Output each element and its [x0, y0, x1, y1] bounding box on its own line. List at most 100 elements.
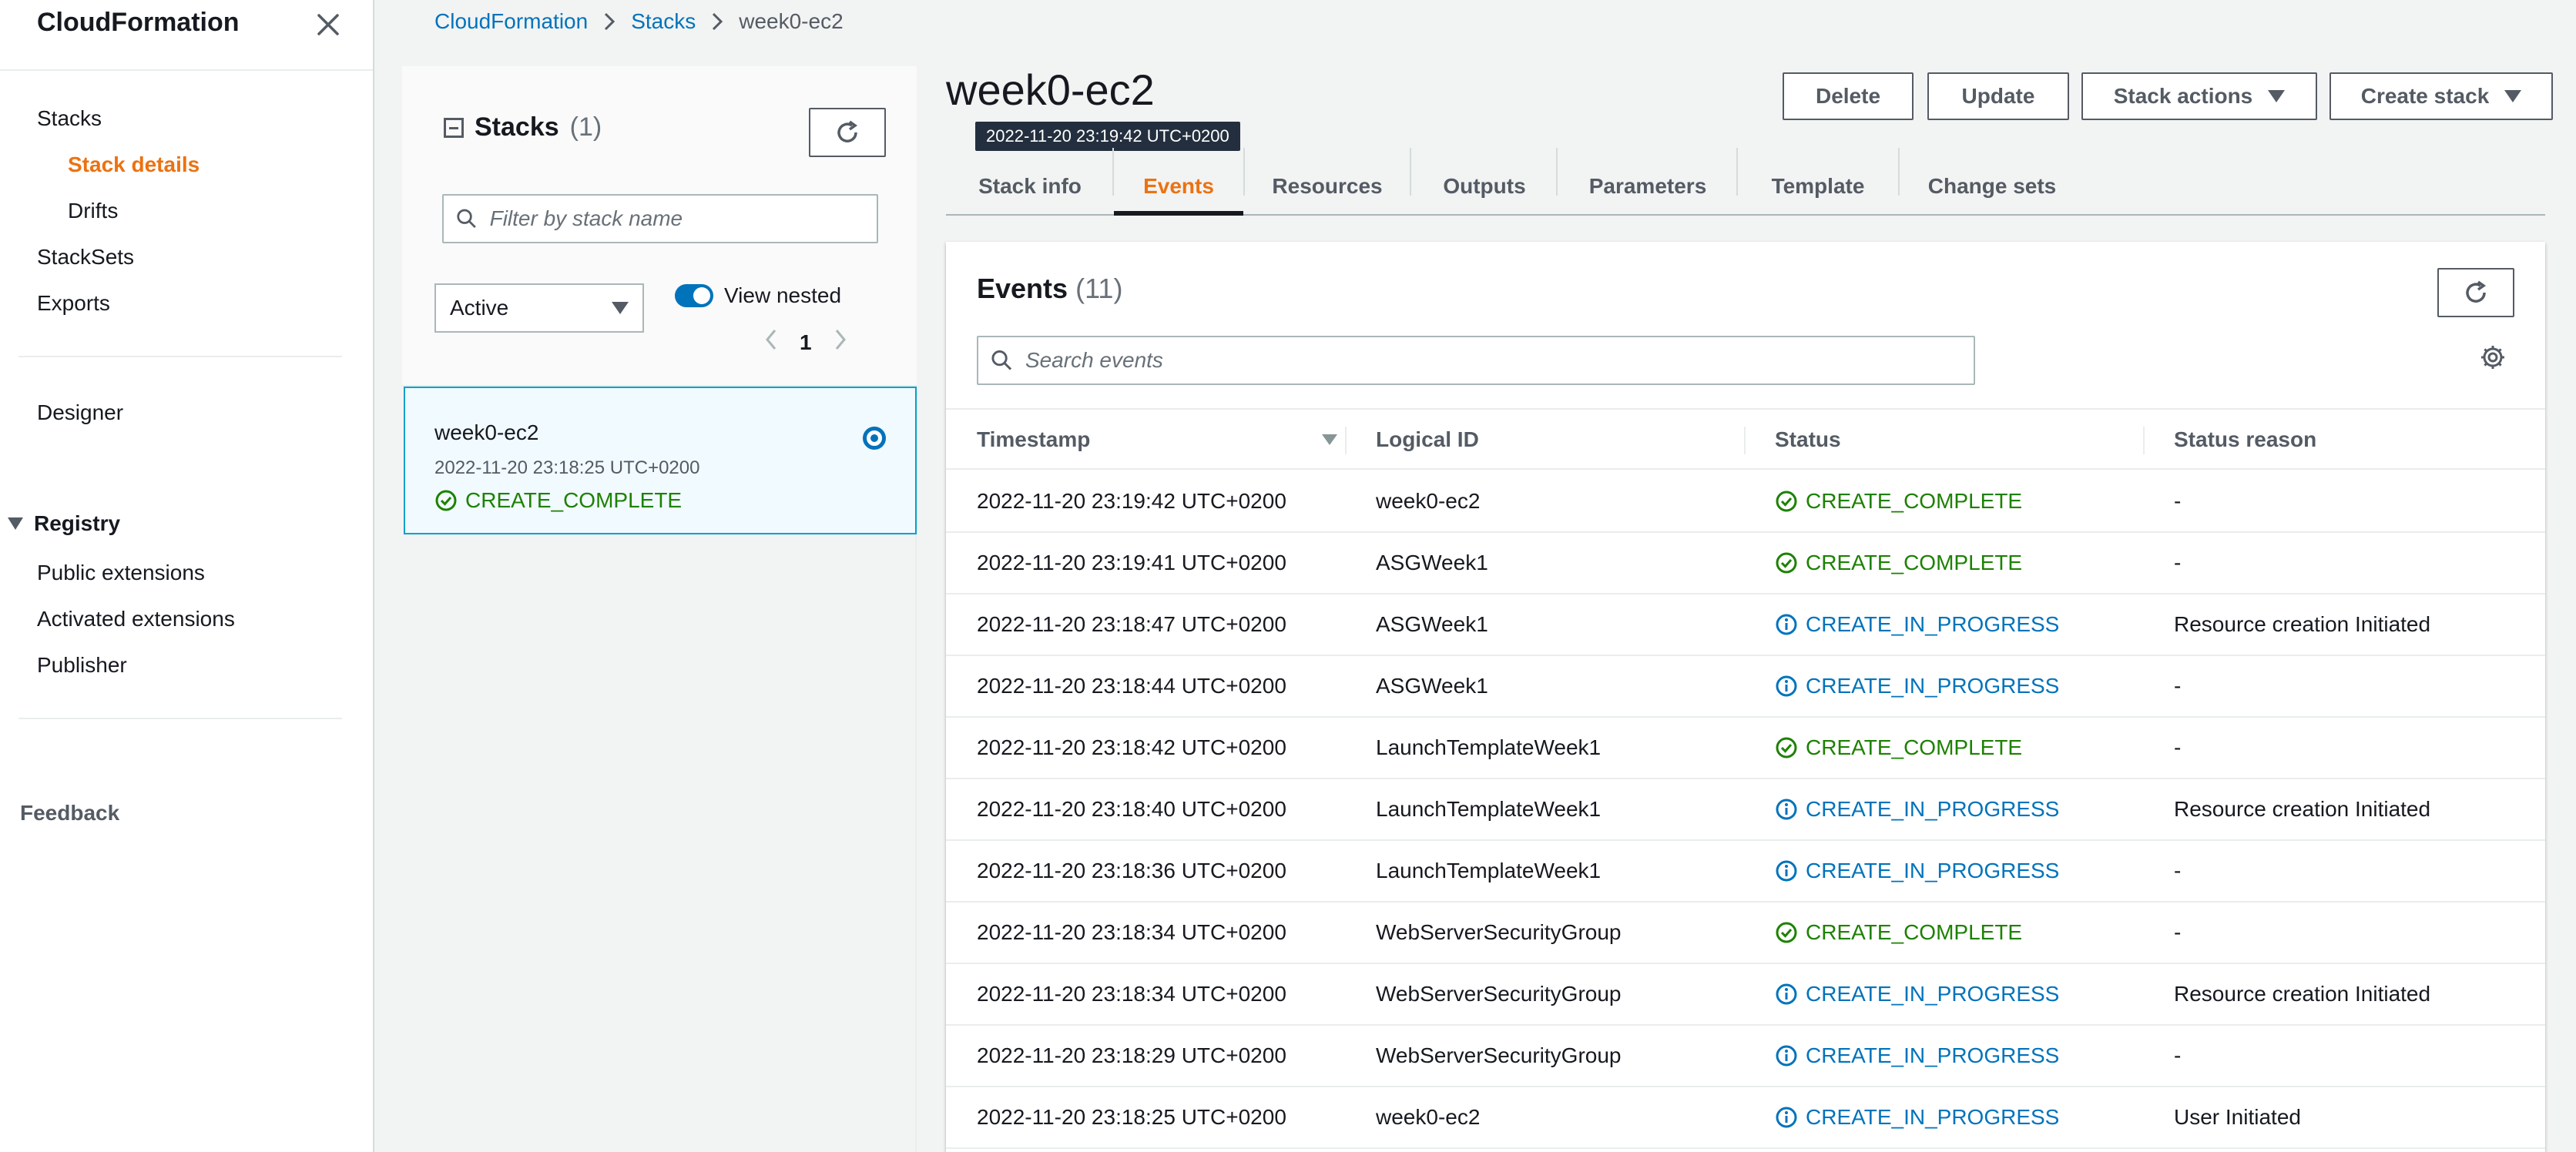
- table-row[interactable]: 2022-11-20 23:18:34 UTC+0200 WebServerSec…: [946, 903, 2545, 964]
- table-row[interactable]: 2022-11-20 23:18:36 UTC+0200 LaunchTempla…: [946, 841, 2545, 903]
- column-header-timestamp[interactable]: Timestamp: [977, 410, 1339, 470]
- status-text[interactable]: CREATE_IN_PROGRESS: [1806, 859, 2059, 883]
- cell-logical-id: ASGWeek1: [1376, 674, 1488, 698]
- pagination: 1: [764, 328, 847, 357]
- breadcrumb-stacks[interactable]: Stacks: [631, 9, 696, 34]
- cell-status: CREATE_IN_PROGRESS: [1775, 1026, 2059, 1086]
- events-heading: Events (11): [977, 273, 1122, 305]
- service-title[interactable]: CloudFormation: [37, 8, 240, 38]
- gear-icon[interactable]: [2479, 343, 2507, 375]
- stack-filter-input[interactable]: [489, 206, 877, 231]
- column-header-logical-id[interactable]: Logical ID: [1376, 410, 1479, 470]
- cell-status-reason: Resource creation Initiated: [2174, 797, 2431, 821]
- tab-outputs[interactable]: Outputs: [1411, 159, 1558, 216]
- sidebar-item-stacks[interactable]: Stacks: [37, 106, 102, 131]
- collapse-icon[interactable]: [444, 117, 464, 138]
- chevron-right-icon[interactable]: [834, 328, 847, 357]
- sidebar-item-activated-extensions[interactable]: Activated extensions: [37, 607, 235, 631]
- cell-status: CREATE_IN_PROGRESS: [1775, 841, 2059, 901]
- view-nested-toggle[interactable]: [675, 284, 713, 307]
- info-icon: [1775, 983, 1798, 1006]
- column-header-status[interactable]: Status: [1775, 410, 1841, 470]
- status-text: CREATE_COMPLETE: [1806, 551, 2023, 574]
- create-stack-label: Create stack: [2360, 84, 2490, 108]
- chevron-right-icon: [711, 12, 723, 32]
- sidebar-item-publisher[interactable]: Publisher: [37, 653, 127, 678]
- status-text[interactable]: CREATE_IN_PROGRESS: [1806, 674, 2059, 698]
- refresh-icon: [2466, 280, 2487, 303]
- tab-resources[interactable]: Resources: [1243, 159, 1411, 216]
- stack-select-radio[interactable]: [863, 427, 886, 450]
- sidebar-item-exports[interactable]: Exports: [37, 291, 110, 316]
- chevron-left-icon[interactable]: [764, 328, 778, 357]
- stacks-panel-header: Stacks (1) Active View nested 1: [402, 66, 917, 387]
- caret-down-icon: [2268, 90, 2286, 102]
- cell-logical-id: WebServerSecurityGroup: [1376, 920, 1622, 944]
- tab-stack-info[interactable]: Stack info: [946, 159, 1114, 216]
- stack-actions-button[interactable]: Stack actions: [2081, 72, 2317, 120]
- search-icon: [457, 209, 476, 229]
- page-number[interactable]: 1: [800, 330, 812, 355]
- table-row[interactable]: 2022-11-20 23:18:44 UTC+0200 ASGWeek1 CREA…: [946, 656, 2545, 718]
- info-icon: [1775, 798, 1798, 821]
- sidebar-section-registry[interactable]: Registry: [8, 511, 120, 536]
- tab-parameters[interactable]: Parameters: [1558, 159, 1738, 216]
- close-icon[interactable]: [308, 5, 348, 45]
- cell-status-reason: -: [2174, 551, 2182, 574]
- cell-status-reason: Resource creation Initiated: [2174, 982, 2431, 1006]
- events-search-input[interactable]: [1025, 348, 1974, 373]
- sidebar-item-stacksets[interactable]: StackSets: [37, 245, 134, 270]
- status-text[interactable]: CREATE_IN_PROGRESS: [1806, 612, 2059, 637]
- table-row[interactable]: 2022-11-20 23:18:42 UTC+0200 LaunchTempla…: [946, 718, 2545, 779]
- feedback-link[interactable]: Feedback: [20, 801, 119, 825]
- cell-logical-id: week0-ec2: [1376, 489, 1481, 513]
- update-button[interactable]: Update: [1927, 72, 2069, 120]
- cell-status-reason: -: [2174, 735, 2182, 759]
- info-icon: [1775, 1044, 1798, 1067]
- events-panel: Events (11) Timestamp Logical ID Status …: [946, 242, 2545, 1152]
- check-circle-icon: [1775, 490, 1798, 513]
- view-nested-control: View nested: [675, 283, 841, 308]
- table-row[interactable]: 2022-11-20 23:18:25 UTC+0200 week0-ec2 CRE…: [946, 1087, 2545, 1149]
- stack-list-item[interactable]: week0-ec2 2022-11-20 23:18:25 UTC+0200 C…: [404, 387, 917, 534]
- cell-status: CREATE_COMPLETE: [1775, 903, 2022, 963]
- sidebar-item-stack-details[interactable]: Stack details: [68, 152, 200, 177]
- stacks-heading-label: Stacks: [475, 112, 559, 142]
- delete-button[interactable]: Delete: [1783, 72, 1914, 120]
- side-navigation: CloudFormation Stacks Stack details Drif…: [0, 0, 374, 1152]
- tab-template[interactable]: Template: [1738, 159, 1898, 216]
- create-stack-button[interactable]: Create stack: [2329, 72, 2553, 120]
- cell-logical-id: LaunchTemplateWeek1: [1376, 735, 1602, 759]
- table-row[interactable]: 2022-11-20 23:18:40 UTC+0200 LaunchTempla…: [946, 779, 2545, 841]
- status-text: CREATE_COMPLETE: [1806, 920, 2023, 944]
- column-header-status-reason[interactable]: Status reason: [2174, 410, 2316, 470]
- cell-status: CREATE_COMPLETE: [1775, 471, 2022, 531]
- sidebar-item-public-extensions[interactable]: Public extensions: [37, 561, 205, 585]
- info-icon: [1775, 859, 1798, 882]
- table-row[interactable]: 2022-11-20 23:18:29 UTC+0200 WebServerSec…: [946, 1026, 2545, 1087]
- sidebar-item-drifts[interactable]: Drifts: [68, 199, 118, 223]
- status-text[interactable]: CREATE_IN_PROGRESS: [1806, 1043, 2059, 1068]
- refresh-stacks-button[interactable]: [809, 108, 886, 157]
- breadcrumb-cloudformation[interactable]: CloudFormation: [434, 9, 588, 34]
- refresh-events-button[interactable]: [2437, 268, 2514, 317]
- table-row[interactable]: 2022-11-20 23:18:47 UTC+0200 ASGWeek1 CREA…: [946, 594, 2545, 656]
- sort-descending-icon[interactable]: [1320, 427, 1339, 452]
- info-icon: [1775, 1106, 1798, 1129]
- status-text: CREATE_COMPLETE: [1806, 735, 2023, 759]
- tab-events[interactable]: Events: [1114, 159, 1243, 216]
- cell-status-reason: -: [2174, 920, 2182, 944]
- status-text[interactable]: CREATE_IN_PROGRESS: [1806, 1105, 2059, 1130]
- table-row[interactable]: 2022-11-20 23:19:42 UTC+0200 week0-ec2 CRE…: [946, 471, 2545, 533]
- status-text[interactable]: CREATE_IN_PROGRESS: [1806, 797, 2059, 822]
- table-row[interactable]: 2022-11-20 23:19:41 UTC+0200 ASGWeek1 CREA…: [946, 533, 2545, 594]
- tab-change-sets[interactable]: Change sets: [1898, 159, 2086, 216]
- status-filter-select[interactable]: Active: [434, 283, 644, 333]
- cell-logical-id: LaunchTemplateWeek1: [1376, 797, 1602, 821]
- stack-created-time: 2022-11-20 23:18:25 UTC+0200: [434, 457, 700, 478]
- status-text[interactable]: CREATE_IN_PROGRESS: [1806, 982, 2059, 1006]
- cell-status-reason: -: [2174, 489, 2182, 513]
- tab-divider: [1898, 148, 1900, 196]
- sidebar-item-designer[interactable]: Designer: [37, 400, 123, 425]
- table-row[interactable]: 2022-11-20 23:18:34 UTC+0200 WebServerSec…: [946, 964, 2545, 1026]
